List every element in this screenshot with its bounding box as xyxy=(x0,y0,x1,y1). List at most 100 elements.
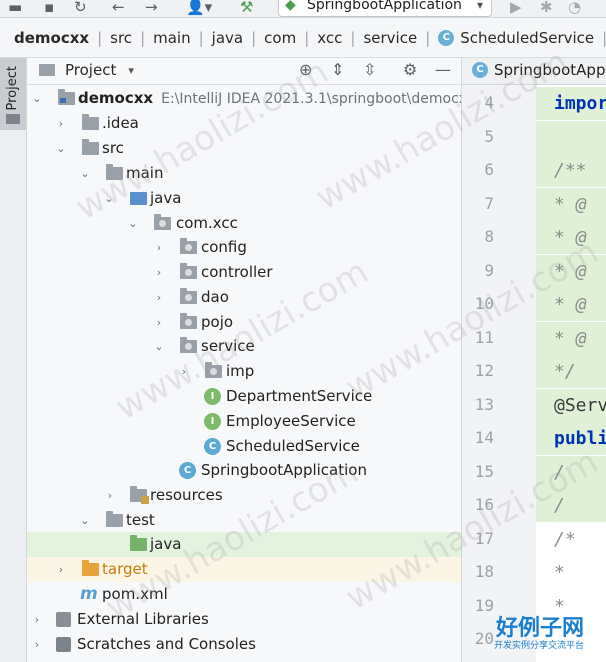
build-hammer-icon[interactable]: ⚒ xyxy=(240,0,253,16)
chevron-down-icon[interactable]: ⌄ xyxy=(102,192,116,205)
tree-item-controller[interactable]: › controller xyxy=(27,260,461,285)
save-icon[interactable]: ▪ xyxy=(44,0,54,16)
tree-item-pom-xml[interactable]: m pom.xml xyxy=(27,582,461,607)
expand-all-icon[interactable]: ⇕ xyxy=(331,60,344,79)
tree-item-idea[interactable]: › .idea xyxy=(27,111,461,136)
breadcrumb-item-xcc[interactable]: xcc xyxy=(317,29,342,47)
breadcrumb-item-main[interactable]: main xyxy=(153,29,190,47)
tree-item-test-java[interactable]: java xyxy=(27,532,461,557)
tree-item-external-libraries[interactable]: › External Libraries xyxy=(27,607,461,632)
chevron-right-icon[interactable]: › xyxy=(152,316,166,329)
tree-item-src[interactable]: ⌄ src xyxy=(27,136,461,161)
chevron-down-icon[interactable]: ⌄ xyxy=(54,142,68,155)
package-icon xyxy=(180,263,197,279)
tree-item-test[interactable]: ⌄ test xyxy=(27,508,461,533)
tree-item-imp[interactable]: › imp xyxy=(27,359,461,384)
forward-arrow-icon[interactable]: → xyxy=(145,0,158,16)
package-icon xyxy=(180,313,197,329)
chevron-right-icon[interactable]: › xyxy=(103,489,117,502)
line-number: 8 xyxy=(484,227,494,246)
tree-item-java[interactable]: ⌄ java xyxy=(27,186,461,211)
tool-window-strip: Project xyxy=(0,58,27,662)
chevron-right-icon[interactable]: › xyxy=(177,365,191,378)
gear-icon[interactable]: ⚙ xyxy=(403,60,417,79)
line-number: 5 xyxy=(484,126,494,146)
chevron-right-icon[interactable]: › xyxy=(30,638,44,651)
tree-item-main[interactable]: ⌄ main xyxy=(27,161,461,186)
module-folder-icon xyxy=(58,89,75,105)
code-editor[interactable]: impor/** * @ * @ * @ * @ * @ */@Serv publ… xyxy=(536,85,606,662)
breadcrumb-item-project[interactable]: democxx xyxy=(14,29,89,47)
watermark-logo: 好例子网 开发实例分享交流平台 xyxy=(482,606,606,662)
tree-item-label: com.xcc xyxy=(176,214,238,232)
tree-item-label: dao xyxy=(201,288,229,306)
open-folder-icon[interactable]: ▬ xyxy=(8,0,22,16)
code-line: * @ xyxy=(536,254,606,288)
tree-item-label: pom.xml xyxy=(102,585,168,603)
run-icon[interactable]: ▶ xyxy=(510,0,522,16)
tree-item-label: resources xyxy=(150,486,223,504)
code-line: * @ xyxy=(536,321,606,355)
line-number: 13 xyxy=(474,394,494,414)
tree-item-label: SpringbootApplication xyxy=(201,461,367,479)
code-line: * xyxy=(554,562,565,583)
code-line: * @ xyxy=(536,288,606,321)
tree-item-resources[interactable]: › resources xyxy=(27,483,461,508)
chevron-right-icon[interactable]: › xyxy=(152,291,166,304)
breadcrumb-item-java[interactable]: java xyxy=(212,29,243,47)
project-path: E:\IntelliJ IDEA 2021.3.1\springboot\dem… xyxy=(161,91,476,107)
coverage-icon[interactable]: ◔ xyxy=(568,0,581,16)
chevron-down-icon[interactable]: ⌄ xyxy=(78,167,92,180)
tree-item-scheduled-service[interactable]: C ScheduledService xyxy=(27,434,461,459)
tree-item-label: java xyxy=(150,535,182,553)
tree-item-department-service[interactable]: I DepartmentService xyxy=(27,384,461,409)
project-tool-window-tab[interactable]: Project xyxy=(0,58,26,130)
tree-item-com-xcc[interactable]: ⌄ com.xcc xyxy=(27,211,461,236)
run-configuration-select[interactable]: ◆ SpringbootApplication ▾ xyxy=(278,0,492,17)
tree-item-label: config xyxy=(201,238,247,256)
chevron-right-icon[interactable]: › xyxy=(54,563,68,576)
breadcrumb-item-src[interactable]: src xyxy=(110,29,132,47)
tree-item-label: test xyxy=(126,511,155,529)
sync-icon[interactable]: ↻ xyxy=(74,0,87,16)
back-arrow-icon[interactable]: ← xyxy=(112,0,125,16)
minimize-icon[interactable]: — xyxy=(435,60,451,79)
collapse-all-icon[interactable]: ⇳ xyxy=(363,60,376,79)
breadcrumb-item-service[interactable]: service xyxy=(363,29,417,47)
tree-item-employee-service[interactable]: I EmployeeService xyxy=(27,409,461,434)
chevron-down-icon: ▾ xyxy=(128,63,134,77)
breadcrumb-class-label: ScheduledService xyxy=(460,28,595,47)
tree-item-service[interactable]: ⌄ service xyxy=(27,334,461,359)
project-view-selector[interactable]: Project ▾ xyxy=(39,61,134,79)
project-panel-header: Project ▾ ⊕ ⇕ ⇳ ⚙ — xyxy=(27,58,461,85)
tree-item-pojo[interactable]: › pojo xyxy=(27,310,461,335)
tree-item-label: .idea xyxy=(102,114,139,132)
tree-item-springboot-application[interactable]: C SpringbootApplication xyxy=(27,458,461,483)
breadcrumb-item-com[interactable]: com xyxy=(264,29,296,47)
line-number: 11 xyxy=(474,327,494,347)
locate-target-icon[interactable]: ⊕ xyxy=(299,60,312,79)
chevron-right-icon[interactable]: › xyxy=(30,613,44,626)
code-line: /* xyxy=(554,528,576,550)
debug-icon[interactable]: ✱ xyxy=(540,0,553,16)
chevron-down-icon[interactable]: ⌄ xyxy=(152,340,166,353)
tree-item-label: Scratches and Consoles xyxy=(77,635,256,653)
user-icon[interactable]: 👤▾ xyxy=(186,0,212,16)
tree-item-dao[interactable]: › dao xyxy=(27,285,461,310)
line-number: 9 xyxy=(484,260,494,280)
tree-item-scratches[interactable]: › Scratches and Consoles xyxy=(27,632,461,657)
tree-item-label: democxx xyxy=(78,89,154,107)
folder-icon xyxy=(82,114,99,130)
editor-tab-springboot-application[interactable]: C SpringbootAppli xyxy=(472,61,606,79)
chevron-right-icon[interactable]: › xyxy=(152,266,166,279)
spring-icon: ◆ xyxy=(285,0,296,13)
breadcrumb-item-class[interactable]: C ScheduledService xyxy=(438,29,594,47)
chevron-down-icon[interactable]: ⌄ xyxy=(78,514,92,527)
chevron-right-icon[interactable]: › xyxy=(54,117,68,130)
tree-item-target[interactable]: › target xyxy=(27,557,461,582)
chevron-right-icon[interactable]: › xyxy=(152,241,166,254)
chevron-down-icon[interactable]: ⌄ xyxy=(30,92,44,105)
tree-item-config[interactable]: › config xyxy=(27,235,461,260)
chevron-down-icon[interactable]: ⌄ xyxy=(126,217,140,230)
tree-item-project-root[interactable]: ⌄ democxx E:\IntelliJ IDEA 2021.3.1\sprin… xyxy=(27,86,475,111)
